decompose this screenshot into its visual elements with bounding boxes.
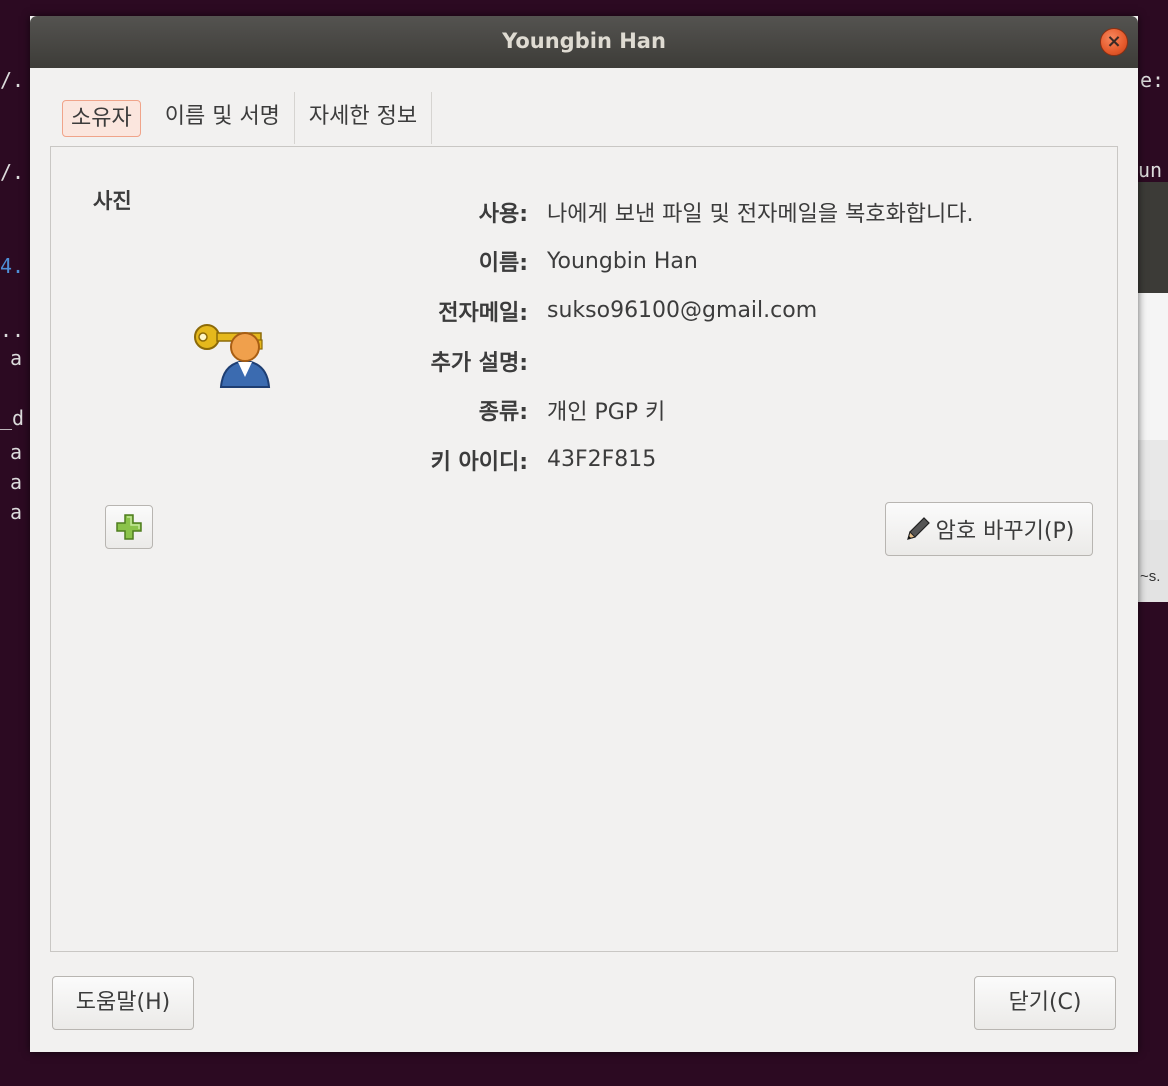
tab-label: 소유자 <box>62 100 141 137</box>
terminal-text: 4. <box>0 254 25 278</box>
tab-label: 자세한 정보 <box>308 104 418 129</box>
terminal-text: /. <box>0 68 25 92</box>
field-value: 개인 PGP 키 <box>547 400 666 426</box>
window-title: Youngbin Han <box>502 29 666 53</box>
terminal-text: .. <box>0 318 25 342</box>
terminal-text: un <box>1138 158 1163 182</box>
background-window: un ~s. <box>1138 158 1168 602</box>
field-value: sukso96100@gmail.com <box>547 298 818 324</box>
field-label: 사용: <box>478 201 528 227</box>
terminal-text: a <box>10 346 23 370</box>
owner-panel: 사진 사용: 나에게 보낸 파일 및 전자메일을 복호화합니다. 이름: You… <box>50 146 1118 952</box>
info-row-email: 전자메일: sukso96100@gmail.com <box>351 286 1051 336</box>
tab-bar: 소유자 이름 및 서명 자세한 정보 <box>52 92 433 146</box>
info-row-comment: 추가 설명: <box>351 336 1051 386</box>
info-row-type: 종류: 개인 PGP 키 <box>351 385 1051 435</box>
info-row-key-id: 키 아이디: 43F2F815 <box>351 435 1051 485</box>
plus-icon <box>116 514 142 540</box>
pencil-icon <box>906 517 930 540</box>
terminal-text: _d <box>0 406 25 430</box>
key-person-icon <box>193 317 273 389</box>
field-label: 이름: <box>478 251 528 277</box>
field-label: 추가 설명: <box>430 350 528 376</box>
background-text: ~s. <box>1140 568 1161 585</box>
field-value: Youngbin Han <box>547 248 698 274</box>
field-label: 키 아이디: <box>430 449 528 475</box>
info-row-name: 이름: Youngbin Han <box>351 237 1051 287</box>
title-bar[interactable]: Youngbin Han × <box>30 16 1138 68</box>
close-window-button[interactable]: × <box>1100 28 1128 56</box>
change-password-label: 암호 바꾸기(P) <box>935 519 1075 544</box>
terminal-text: a <box>10 500 23 524</box>
key-properties-dialog: Youngbin Han × 소유자 이름 및 서명 자세한 정보 사진 사용:… <box>30 16 1138 1052</box>
photo-label: 사진 <box>93 189 132 213</box>
terminal-text: a <box>10 470 23 494</box>
field-value: 43F2F815 <box>547 447 657 473</box>
field-label: 종류: <box>478 400 528 426</box>
info-row-usage: 사용: 나에게 보낸 파일 및 전자메일을 복호화합니다. <box>351 187 1051 237</box>
field-value: 나에게 보낸 파일 및 전자메일을 복호화합니다. <box>547 201 974 227</box>
field-label: 전자메일: <box>438 300 528 326</box>
terminal-text: e: <box>1140 68 1165 92</box>
add-photo-button[interactable] <box>105 505 153 549</box>
tab-names-signatures[interactable]: 이름 및 서명 <box>151 92 295 144</box>
terminal-text: a <box>10 440 23 464</box>
help-button[interactable]: 도움말(H) <box>52 976 194 1030</box>
tab-label: 이름 및 서명 <box>164 104 280 129</box>
terminal-text: /. <box>0 160 25 184</box>
tab-details[interactable]: 자세한 정보 <box>295 92 433 144</box>
close-button[interactable]: 닫기(C) <box>974 976 1116 1030</box>
change-password-button[interactable]: 암호 바꾸기(P) <box>885 502 1093 556</box>
key-info-list: 사용: 나에게 보낸 파일 및 전자메일을 복호화합니다. 이름: Youngb… <box>351 187 1051 485</box>
close-icon: × <box>1106 31 1122 52</box>
tab-owner[interactable]: 소유자 <box>52 92 151 146</box>
